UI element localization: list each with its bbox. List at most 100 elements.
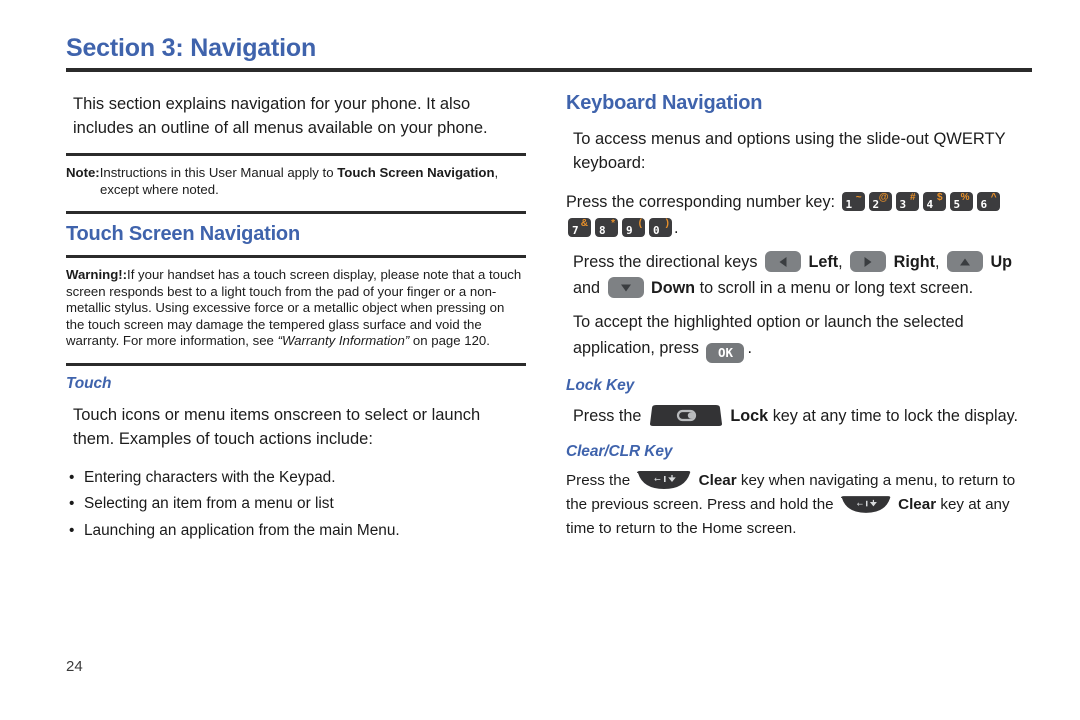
down-label: Down xyxy=(651,279,696,297)
keyboard-navigation-heading: Keyboard Navigation xyxy=(566,92,763,114)
note-label: Note: xyxy=(66,165,100,180)
number-key-5[interactable]: 5% xyxy=(949,192,973,211)
comma-2: , xyxy=(934,253,940,271)
ok-key[interactable]: OK xyxy=(706,343,745,363)
touch-actions-list: Entering characters with the Keypad. Sel… xyxy=(66,465,526,545)
touch-subheading: Touch xyxy=(66,374,112,392)
key-symbol: ) xyxy=(665,218,669,229)
key-digit: 8 xyxy=(599,224,606,237)
keyboard-intro-paragraph: To access menus and options using the sl… xyxy=(573,130,1006,172)
lock-key-heading: Lock Key xyxy=(566,377,635,394)
touch-body-paragraph: Touch icons or menu items onscreen to se… xyxy=(73,405,481,448)
key-digit: 9 xyxy=(626,224,633,237)
note-text-bold: Touch Screen Navigation xyxy=(337,165,495,180)
number-key-4[interactable]: 4 $ xyxy=(922,192,946,211)
and-word: and xyxy=(573,279,601,297)
page-number: 24 xyxy=(66,658,83,675)
key-symbol: % xyxy=(960,192,970,203)
lock-press-text: Press the xyxy=(573,407,642,425)
directional-lead-text: Press the directional keys xyxy=(573,253,758,271)
clear-key-svg: ← xyxy=(637,471,691,489)
key-symbol: ( xyxy=(638,218,642,229)
triangle-left-icon xyxy=(779,256,787,267)
directional-tail-text: to scroll in a menu or long text screen. xyxy=(699,279,974,297)
svg-text:←: ← xyxy=(654,475,661,484)
lock-bold-label: Lock xyxy=(730,407,769,425)
list-item: Launching an application from the main M… xyxy=(66,518,526,545)
number-key-8[interactable]: 8 * xyxy=(595,218,618,237)
warranty-reference: “Warranty Information” xyxy=(277,333,410,348)
key-digit: 1 xyxy=(845,198,853,211)
up-label: Up xyxy=(990,253,1013,271)
warning-text-end: on page 120. xyxy=(409,333,490,348)
key-digit: 7 xyxy=(572,224,579,237)
key-digit: 3 xyxy=(899,198,907,211)
number-key-6[interactable]: 6 ^ xyxy=(976,192,1000,211)
number-key-2[interactable]: 2 @ xyxy=(868,192,892,211)
number-key-7[interactable]: 7 & xyxy=(568,218,591,237)
intro-paragraph: This section explains navigation for you… xyxy=(73,95,488,137)
direction-key-down[interactable] xyxy=(607,277,644,298)
note-text-b: , xyxy=(494,165,499,180)
warning-bottom-divider xyxy=(66,362,526,366)
svg-text:←: ← xyxy=(857,499,863,508)
clear-key-paragraph: Press the ← Clear key when navigating a … xyxy=(566,469,1036,541)
key-symbol: @ xyxy=(878,192,889,203)
right-label: Right xyxy=(893,253,935,271)
lock-tail-text: key at any time to lock the display. xyxy=(772,407,1019,425)
clear-press-text: Press the xyxy=(566,472,631,489)
header-divider xyxy=(66,68,1032,72)
key-symbol: $ xyxy=(936,192,943,203)
warning-callout: Warning!:If your handset has a touch scr… xyxy=(66,267,526,350)
key-digit: 0 xyxy=(653,224,660,237)
touch-screen-navigation-heading: Touch Screen Navigation xyxy=(66,223,300,245)
number-key-period: . xyxy=(674,219,679,237)
clear-bold-label-2: Clear xyxy=(898,496,937,513)
number-key-9[interactable]: 9( xyxy=(622,218,645,237)
triangle-right-icon xyxy=(864,256,872,267)
key-digit: 5 xyxy=(953,198,961,211)
note-text-line2: except where noted. xyxy=(100,181,219,197)
number-key-lead-text: Press the corresponding number key: xyxy=(566,193,836,211)
lock-key-paragraph: Press the Lock key at any time to lock t… xyxy=(573,403,1036,429)
direction-key-right[interactable] xyxy=(850,251,887,272)
warning-label: Warning!: xyxy=(66,267,128,282)
triangle-up-icon xyxy=(959,258,970,265)
number-key-paragraph: Press the corresponding number key: 1 ~2 @… xyxy=(566,189,1036,241)
key-symbol: ~ xyxy=(855,192,862,203)
key-digit: 6 xyxy=(980,198,988,211)
lock-key-icon[interactable] xyxy=(649,405,722,426)
left-column: This section explains navigation for you… xyxy=(66,92,526,544)
note-text-a: Instructions in this User Manual apply t… xyxy=(99,165,338,180)
key-symbol: ^ xyxy=(990,192,997,203)
touch-screen-heading-top-divider xyxy=(66,211,526,214)
lock-key-svg xyxy=(649,405,722,426)
key-symbol: * xyxy=(611,218,615,229)
clear-key-svg-2: ← xyxy=(840,496,891,513)
comma-1: , xyxy=(838,253,843,271)
direction-key-left[interactable] xyxy=(764,251,801,272)
list-item: Entering characters with the Keypad. xyxy=(66,465,526,492)
accept-paragraph: To accept the highlighted option or laun… xyxy=(573,309,1036,363)
clear-key-icon-1[interactable]: ← xyxy=(637,471,691,489)
directional-keys-paragraph: Press the directional keys Left, Right, … xyxy=(573,249,1036,301)
clear-bold-label-1: Clear xyxy=(698,472,737,489)
right-column: Keyboard Navigation To access menus and … xyxy=(566,92,1036,541)
key-digit: 4 xyxy=(926,198,934,211)
clear-key-icon-2[interactable]: ← xyxy=(840,496,891,513)
accept-text: To accept the highlighted option or laun… xyxy=(573,313,964,357)
document-page: Section 3: Navigation This section expla… xyxy=(0,0,1080,720)
number-key-3[interactable]: 3 # xyxy=(895,192,919,211)
list-item: Selecting an item from a menu or list xyxy=(66,491,526,518)
direction-key-up[interactable] xyxy=(946,251,983,272)
number-key-0[interactable]: 0) xyxy=(649,218,672,237)
note-callout: Note:Instructions in this User Manual ap… xyxy=(66,165,526,198)
clear-key-heading: Clear/CLR Key xyxy=(566,443,673,460)
touch-screen-heading-bottom-divider xyxy=(66,255,526,258)
note-top-divider xyxy=(66,153,526,156)
number-key-1[interactable]: 1 ~ xyxy=(841,192,865,211)
triangle-down-icon xyxy=(620,284,631,291)
left-label: Left xyxy=(808,253,839,271)
page-title: Section 3: Navigation xyxy=(66,34,317,62)
accept-period: . xyxy=(747,339,752,357)
